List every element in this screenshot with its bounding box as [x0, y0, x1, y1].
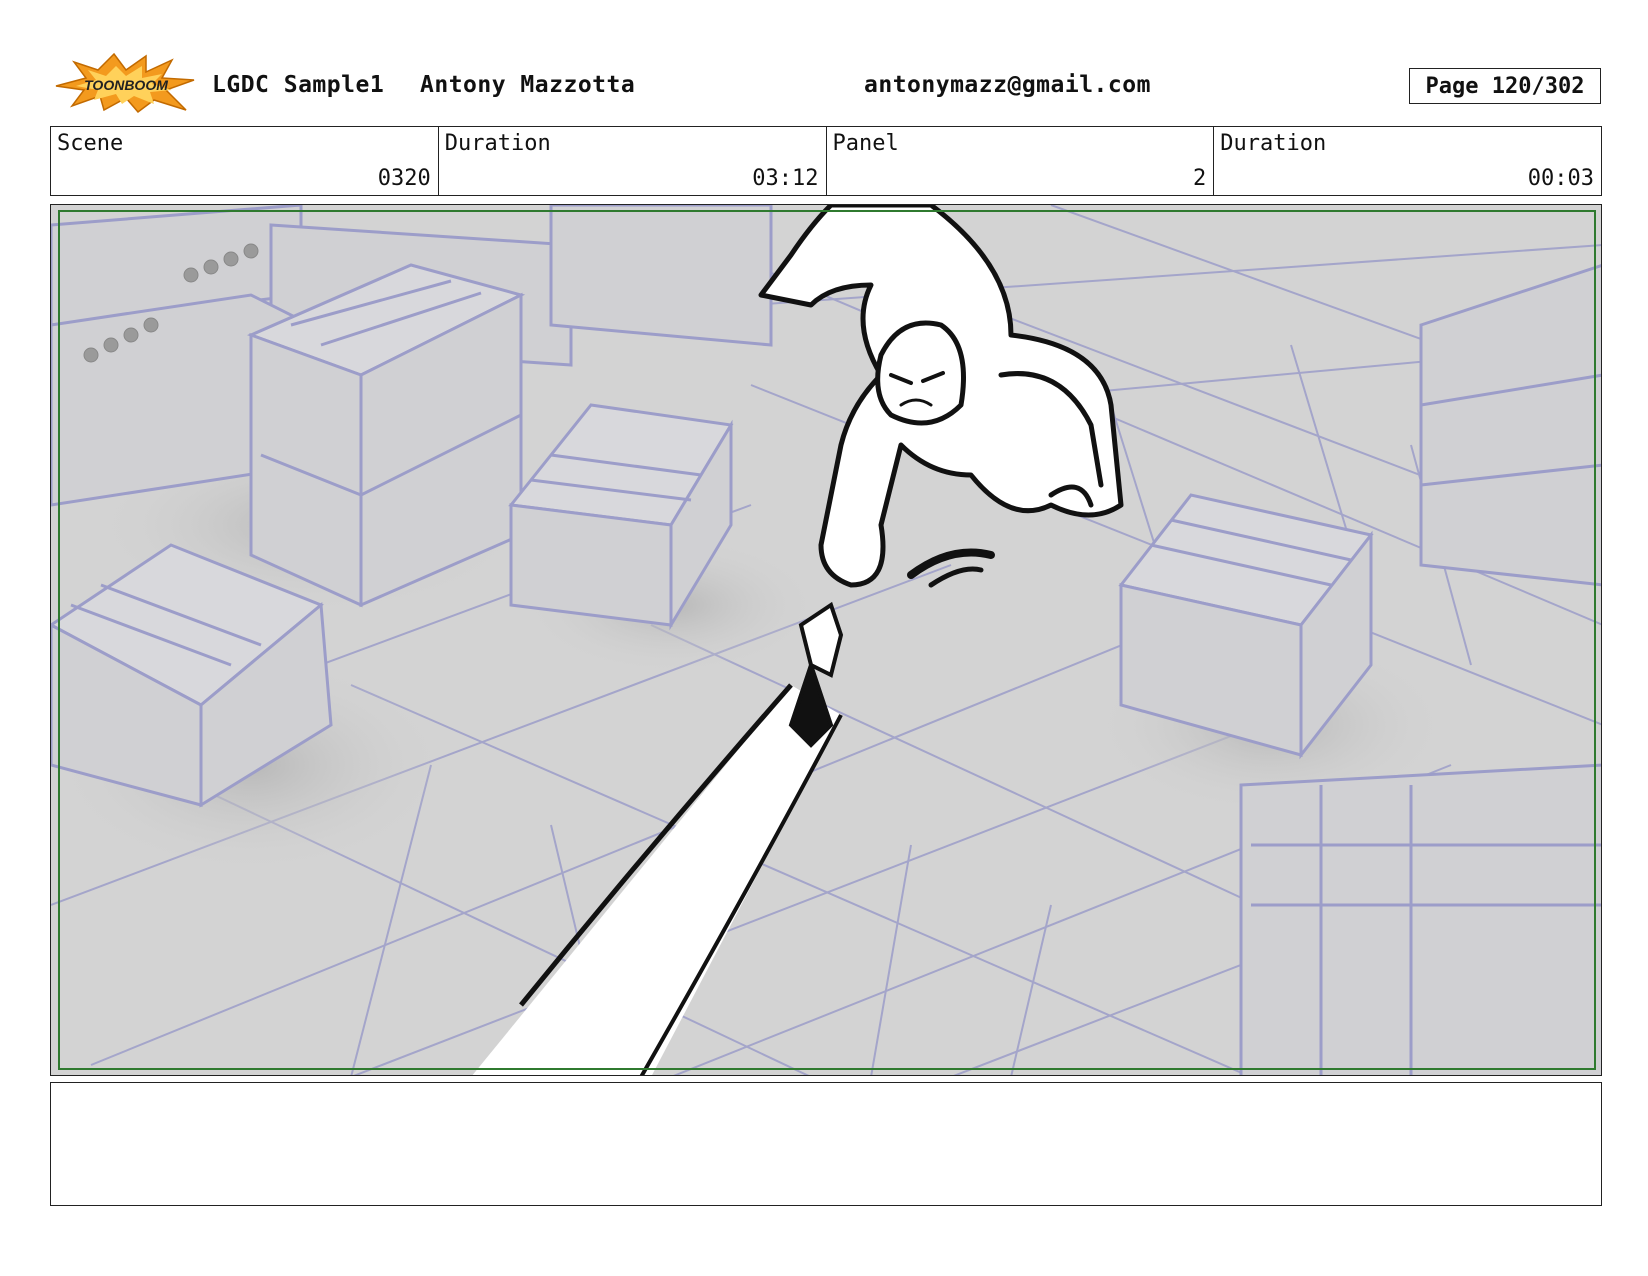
- author-name: Antony Mazzotta: [420, 72, 636, 98]
- panel-duration-cell: Duration 00:03: [1214, 127, 1601, 195]
- scene-duration-label: Duration: [444, 131, 551, 156]
- scene-label: Scene: [57, 131, 124, 156]
- panel-cell: Panel 2: [827, 127, 1215, 195]
- logo-text: TOONBOOM: [84, 77, 168, 93]
- scene-duration-cell: Duration 03:12: [439, 127, 827, 195]
- scene-value: 0320: [377, 166, 431, 191]
- character-sketch: [758, 205, 1124, 588]
- storyboard-panel: [50, 204, 1602, 1076]
- toonboom-logo: TOONBOOM: [54, 52, 198, 114]
- motion-streak: [472, 685, 841, 1075]
- panel-label: Panel: [832, 131, 899, 156]
- panel-value: 2: [1193, 166, 1207, 191]
- page-number: Page 120/302: [1409, 68, 1601, 104]
- scene-cell: Scene 0320: [51, 127, 439, 195]
- scene-info-row: Scene 0320 Duration 03:12 Panel 2 Durati…: [50, 126, 1602, 196]
- panel-drawing: [51, 205, 1601, 1075]
- panel-duration-label: Duration: [1220, 131, 1327, 156]
- notes-box: [50, 1082, 1602, 1206]
- project-title: LGDC Sample1: [212, 72, 385, 98]
- panel-duration-value: 00:03: [1527, 166, 1594, 191]
- author-email: antonymazz@gmail.com: [864, 72, 1151, 98]
- scene-duration-value: 03:12: [752, 166, 819, 191]
